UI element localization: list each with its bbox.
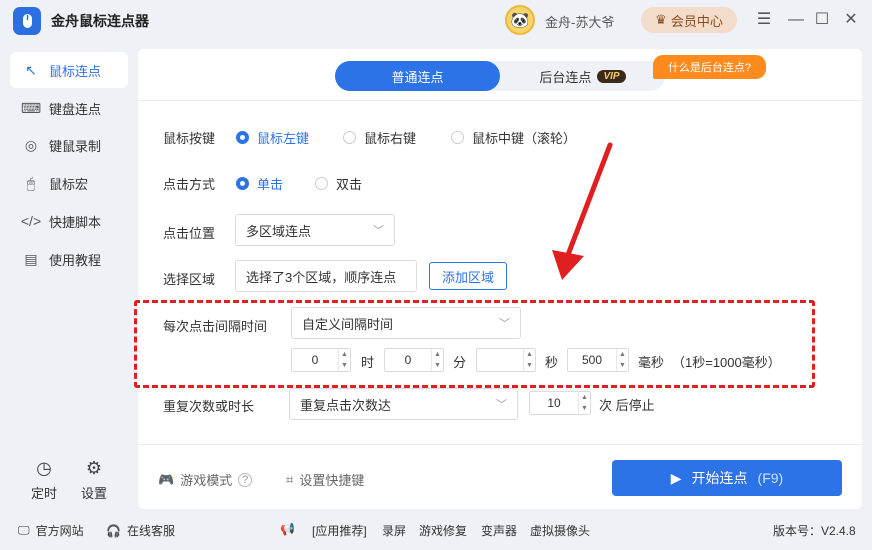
- mouse-icon: 🖱: [26, 174, 36, 191]
- repeat-suffix: 次 后停止: [599, 398, 655, 413]
- app-recommend-label: [应用推荐]: [312, 524, 367, 538]
- close-icon[interactable]: ✕: [840, 9, 862, 31]
- repeat-label: 重复次数或时长: [163, 399, 255, 414]
- cursor-click-icon: ↖: [25, 61, 37, 78]
- app-logo: [13, 7, 41, 35]
- minutes-unit: 分: [453, 355, 467, 370]
- chevron-down-icon: ﹀: [496, 399, 507, 411]
- link-screen-record[interactable]: 录屏: [382, 522, 406, 539]
- version-label: 版本号：V2.4.8: [773, 524, 856, 538]
- monitor-icon: 🖵: [18, 523, 30, 537]
- app-title: 金舟鼠标连点器: [51, 13, 149, 29]
- megaphone-icon: 📢: [280, 522, 295, 536]
- tab-background-click[interactable]: 后台连点 VIP: [500, 61, 665, 91]
- selected-areas-field: 选择了3个区域，顺序连点: [235, 260, 417, 292]
- hotkey-settings-option[interactable]: ⌗ 设置快捷键: [286, 470, 364, 489]
- click-mode-label: 点击方式: [163, 177, 216, 192]
- select-area-label: 选择区域: [163, 272, 216, 287]
- timer-button[interactable]: ◷ 定时: [24, 458, 64, 502]
- online-support-link[interactable]: 🎧 在线客服: [106, 522, 175, 539]
- menu-icon[interactable]: ☰: [753, 9, 775, 31]
- play-icon: ▶: [670, 469, 682, 486]
- gamepad-icon: 🎮: [158, 471, 175, 487]
- radio-left-button[interactable]: 鼠标左键: [236, 128, 309, 147]
- interval-label: 每次点击间隔时间: [163, 319, 268, 334]
- annotation-arrow: [552, 142, 613, 280]
- hotkey-icon: ⌗: [286, 471, 294, 487]
- click-position-select[interactable]: 多区域连点 ﹀: [235, 214, 395, 246]
- click-position-label: 点击位置: [163, 226, 216, 241]
- link-virtual-camera[interactable]: 虚拟摄像头: [530, 522, 590, 539]
- sidebar-item-mouse-click[interactable]: ↖ 鼠标连点: [10, 52, 128, 88]
- sidebar-item-keyboard-click[interactable]: ⌨ 键盘连点: [10, 90, 128, 126]
- link-voice-changer[interactable]: 变声器: [481, 522, 517, 539]
- sidebar-item-record[interactable]: ◎ 键鼠录制: [10, 127, 128, 163]
- vip-badge: VIP: [597, 69, 626, 83]
- sidebar-item-tutorial[interactable]: ▤ 使用教程: [10, 241, 128, 277]
- divider: [138, 100, 862, 101]
- interval-mode-select[interactable]: 自定义间隔时间 ﹀: [291, 307, 521, 339]
- add-area-button[interactable]: 添加区域: [429, 262, 507, 290]
- maximize-icon[interactable]: ☐: [811, 9, 833, 31]
- record-icon: ◎: [24, 136, 38, 153]
- help-icon[interactable]: ?: [238, 472, 253, 487]
- interval-hint: （1秒=1000毫秒）: [672, 355, 781, 370]
- crown-icon: ♛: [655, 12, 667, 27]
- headset-icon: 🎧: [106, 523, 121, 538]
- sidebar-item-script[interactable]: </> 快捷脚本: [10, 203, 128, 239]
- game-mode-option[interactable]: 🎮 游戏模式 ?: [158, 470, 253, 489]
- chevron-down-icon: ﹀: [499, 318, 510, 330]
- user-avatar[interactable]: 🐼: [505, 5, 535, 35]
- sliders-icon: ⚙: [85, 458, 103, 478]
- username[interactable]: 金舟-苏大爷: [545, 12, 614, 31]
- repeat-count-stepper[interactable]: 10 ▲ ▼: [529, 391, 591, 415]
- milliseconds-unit: 毫秒: [638, 355, 665, 370]
- official-website-link[interactable]: 🖵 官方网站: [18, 522, 84, 539]
- vip-center-button[interactable]: ♛ 会员中心: [641, 7, 737, 33]
- tab-normal-click[interactable]: 普通连点: [335, 61, 500, 91]
- hours-stepper[interactable]: 0 ▲ ▼: [291, 348, 351, 372]
- start-button[interactable]: ▶ 开始连点 (F9): [612, 460, 842, 496]
- chevron-down-icon: ﹀: [373, 225, 384, 237]
- radio-right-button[interactable]: 鼠标右键: [343, 128, 416, 147]
- clock-icon: ◷: [36, 458, 52, 478]
- footer-divider: [138, 444, 862, 445]
- code-icon: </>: [20, 213, 42, 229]
- keyboard-icon: ⌨: [20, 99, 42, 116]
- minimize-icon[interactable]: —: [785, 9, 807, 31]
- radio-double-click[interactable]: 双击: [315, 174, 362, 193]
- repeat-mode-select[interactable]: 重复点击次数达 ﹀: [289, 388, 518, 420]
- sidebar-item-mouse-macro[interactable]: 🖱 鼠标宏: [10, 165, 128, 201]
- hours-unit: 时: [361, 355, 375, 370]
- seconds-stepper[interactable]: ▲ ▼: [476, 348, 536, 372]
- seconds-unit: 秒: [545, 355, 559, 370]
- document-icon: ▤: [24, 250, 38, 267]
- background-click-help-link[interactable]: 什么是后台连点?: [653, 55, 766, 79]
- minutes-stepper[interactable]: 0 ▲ ▼: [384, 348, 444, 372]
- mouse-button-label: 鼠标按键: [163, 131, 216, 146]
- milliseconds-stepper[interactable]: 500 ▲ ▼: [567, 348, 629, 372]
- radio-single-click[interactable]: 单击: [236, 174, 283, 193]
- settings-button[interactable]: ⚙ 设置: [74, 458, 114, 502]
- link-game-repair[interactable]: 游戏修复: [419, 522, 467, 539]
